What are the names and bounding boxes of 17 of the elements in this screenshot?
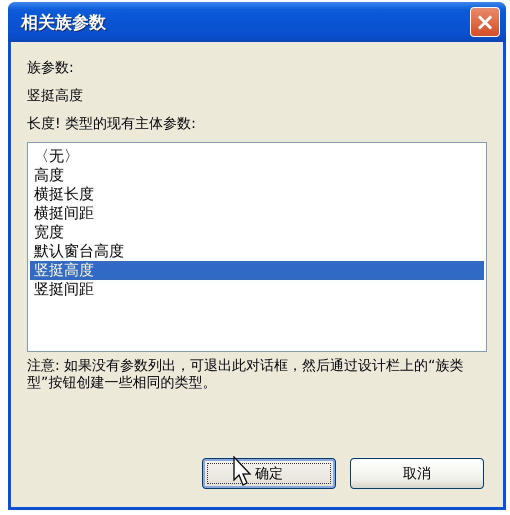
note-text: 注意: 如果没有参数列出，可退出此对话框，然后通过设计栏上的“族类型”按钮创建一些相同的类型。 bbox=[27, 358, 464, 392]
mouse-pointer-icon bbox=[233, 456, 253, 488]
ok-button[interactable]: 确定 bbox=[202, 458, 336, 489]
list-item[interactable]: 竖挺间距 bbox=[30, 280, 484, 299]
list-item[interactable]: 默认窗台高度 bbox=[30, 242, 484, 261]
parameter-list[interactable]: 〈无〉 高度 横挺长度 横挺间距 宽度 默认窗台高度 竖挺高度 竖挺间距 bbox=[27, 142, 487, 352]
list-item[interactable]: 宽度 bbox=[30, 223, 484, 242]
list-item[interactable]: 横挺长度 bbox=[30, 185, 484, 204]
list-item[interactable]: 竖挺高度 bbox=[30, 261, 484, 280]
list-label: 长度! 类型的现有主体参数: bbox=[27, 115, 197, 134]
parameter-name: 竖挺高度 bbox=[27, 87, 84, 106]
window-title: 相关族参数 bbox=[21, 12, 106, 34]
list-item[interactable]: 高度 bbox=[30, 166, 484, 185]
field-label: 族参数: bbox=[27, 59, 75, 78]
list-item[interactable]: 〈无〉 bbox=[30, 147, 484, 166]
list-item[interactable]: 横挺间距 bbox=[30, 204, 484, 223]
cancel-button[interactable]: 取消 bbox=[350, 458, 484, 489]
